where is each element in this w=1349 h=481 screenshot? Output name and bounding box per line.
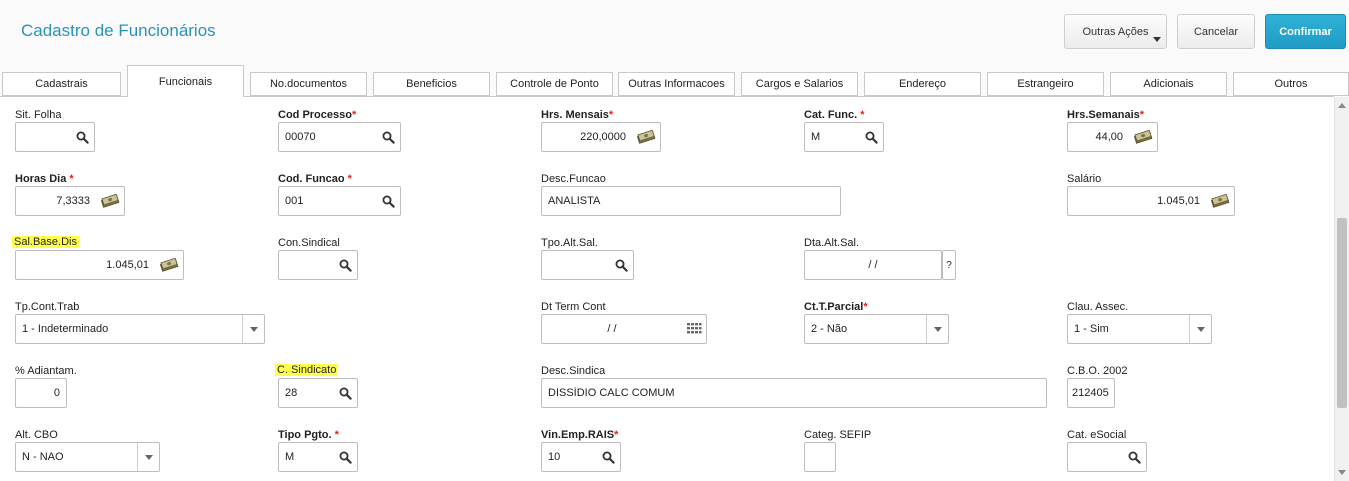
cat-esocial-field[interactable] (1067, 442, 1147, 472)
tpo-alt-sal-field[interactable] (541, 250, 634, 280)
tab-estrangeiro[interactable]: Estrangeiro (987, 72, 1104, 96)
sit-folha-label: Sit. Folha (15, 109, 62, 121)
dta-alt-sal-label: Dta.Alt.Sal. (804, 237, 860, 249)
tp-cont-trab-select[interactable]: 1 - Indeterminado (15, 314, 265, 344)
confirm-button[interactable]: Confirmar (1265, 14, 1346, 49)
sal-base-dis-field[interactable]: 1.045,01 (15, 250, 184, 280)
hrs-mensais-field[interactable]: 220,0000 (541, 122, 661, 152)
alt-cbo-label: Alt. CBO (15, 429, 58, 441)
c-sindicato-field[interactable]: 28 (278, 378, 358, 408)
scroll-down-icon[interactable] (1338, 470, 1346, 475)
tab-bar: Cadastrais Funcionais No.documentos Bene… (0, 62, 1349, 97)
chevron-down-icon[interactable] (926, 315, 948, 343)
other-actions-button[interactable]: Outras Ações (1064, 14, 1167, 49)
chevron-down-icon[interactable] (137, 443, 159, 471)
hrs-semanais-label: Hrs.Semanais* (1067, 109, 1145, 121)
tab-controle-de-ponto[interactable]: Controle de Ponto (496, 72, 613, 96)
c-sindicato-label: C. Sindicato (275, 364, 339, 376)
cod-processo-label: Cod Processo* (278, 109, 357, 121)
hrs-mensais-label: Hrs. Mensais* (541, 109, 614, 121)
dt-term-cont-field[interactable]: / / (541, 314, 707, 344)
tp-cont-trab-label: Tp.Cont.Trab (15, 301, 80, 313)
cod-funcao-field[interactable]: 001 (278, 186, 401, 216)
cat-func-field[interactable]: M (804, 122, 884, 152)
desc-funcao-label: Desc.Funcao (541, 173, 606, 185)
cat-func-label: Cat. Func. * (804, 109, 865, 121)
tab-outros[interactable]: Outros (1233, 72, 1349, 96)
vertical-scrollbar[interactable] (1334, 97, 1349, 481)
adiantam-label: % Adiantam. (15, 365, 77, 377)
scroll-up-icon[interactable] (1338, 103, 1346, 108)
clau-assec-label: Clau. Assec. (1067, 301, 1129, 313)
dta-alt-sal-field[interactable]: / / (804, 250, 942, 280)
other-actions-label: Outras Ações (1082, 25, 1149, 38)
desc-sindica-label: Desc.Sindica (541, 365, 606, 377)
chevron-down-icon[interactable] (1189, 315, 1211, 343)
page-title: Cadastro de Funcionários (21, 21, 216, 40)
horas-dia-label: Horas Dia * (15, 173, 74, 185)
sit-folha-field[interactable] (15, 122, 95, 152)
ct-t-parcial-select[interactable]: 2 - Não (804, 314, 949, 344)
dt-term-cont-label: Dt Term Cont (541, 301, 606, 313)
tab-funcionais[interactable]: Funcionais (127, 65, 244, 97)
money-icon[interactable] (155, 251, 183, 279)
form-area: Sit. Folha Cod Processo* 00070 Hrs. Mens… (0, 97, 1334, 481)
calendar-icon[interactable] (682, 315, 706, 343)
desc-funcao-field[interactable]: ANALISTA (541, 186, 841, 216)
money-icon[interactable] (1129, 123, 1157, 151)
money-icon[interactable] (96, 187, 124, 215)
search-icon[interactable] (1122, 443, 1146, 471)
hrs-semanais-field[interactable]: 44,00 (1067, 122, 1158, 152)
ct-t-parcial-label: Ct.T.Parcial* (804, 301, 868, 313)
search-icon[interactable] (376, 123, 400, 151)
money-icon[interactable] (632, 123, 660, 151)
search-icon[interactable] (70, 123, 94, 151)
adiantam-field[interactable]: 0 (15, 378, 67, 408)
money-icon[interactable] (1206, 187, 1234, 215)
categ-sefip-label: Categ. SEFIP (804, 429, 872, 441)
cbo-2002-label: C.B.O. 2002 (1067, 365, 1128, 377)
tab-cadastrais[interactable]: Cadastrais (2, 72, 121, 96)
salario-label: Salário (1067, 173, 1102, 185)
search-icon[interactable] (596, 443, 620, 471)
vin-emp-rais-label: Vin.Emp.RAIS* (541, 429, 619, 441)
cbo-2002-field[interactable]: 212405 (1067, 378, 1115, 408)
desc-sindica-field[interactable]: DISSÍDIO CALC COMUM (541, 378, 1047, 408)
search-icon[interactable] (333, 443, 357, 471)
tab-endereco[interactable]: Endereço (864, 72, 981, 96)
search-icon[interactable] (376, 187, 400, 215)
categ-sefip-field[interactable] (804, 442, 836, 472)
cat-esocial-label: Cat. eSocial (1067, 429, 1127, 441)
cancel-button[interactable]: Cancelar (1177, 14, 1255, 49)
tipo-pgto-label: Tipo Pgto. * (278, 429, 339, 441)
vin-emp-rais-field[interactable]: 10 (541, 442, 621, 472)
tab-beneficios[interactable]: Beneficios (373, 72, 490, 96)
cod-processo-field[interactable]: 00070 (278, 122, 401, 152)
tab-cargos-e-salarios[interactable]: Cargos e Salarios (741, 72, 858, 96)
tab-outras-informacoes[interactable]: Outras Informacoes (618, 72, 735, 96)
horas-dia-field[interactable]: 7,3333 (15, 186, 125, 216)
sal-base-dis-label: Sal.Base.Dis (12, 236, 79, 248)
alt-cbo-select[interactable]: N - NAO (15, 442, 160, 472)
tab-no-documentos[interactable]: No.documentos (250, 72, 367, 96)
scrollbar-thumb[interactable] (1337, 218, 1347, 408)
search-icon[interactable] (333, 251, 357, 279)
tipo-pgto-field[interactable]: M (278, 442, 358, 472)
search-icon[interactable] (609, 251, 633, 279)
salario-field[interactable]: 1.045,01 (1067, 186, 1235, 216)
tpo-alt-sal-label: Tpo.Alt.Sal. (541, 237, 598, 249)
tab-adicionais[interactable]: Adicionais (1110, 72, 1227, 96)
cod-funcao-label: Cod. Funcao * (278, 173, 352, 185)
clau-assec-select[interactable]: 1 - Sim (1067, 314, 1212, 344)
dta-alt-sal-help-button[interactable]: ? (942, 250, 956, 280)
chevron-down-icon[interactable] (242, 315, 264, 343)
con-sindical-label: Con.Sindical (278, 237, 340, 249)
search-icon[interactable] (859, 123, 883, 151)
con-sindical-field[interactable] (278, 250, 358, 280)
search-icon[interactable] (333, 379, 357, 407)
header: Cadastro de Funcionários Outras Ações Ca… (0, 0, 1349, 62)
chevron-down-icon (1153, 37, 1161, 42)
